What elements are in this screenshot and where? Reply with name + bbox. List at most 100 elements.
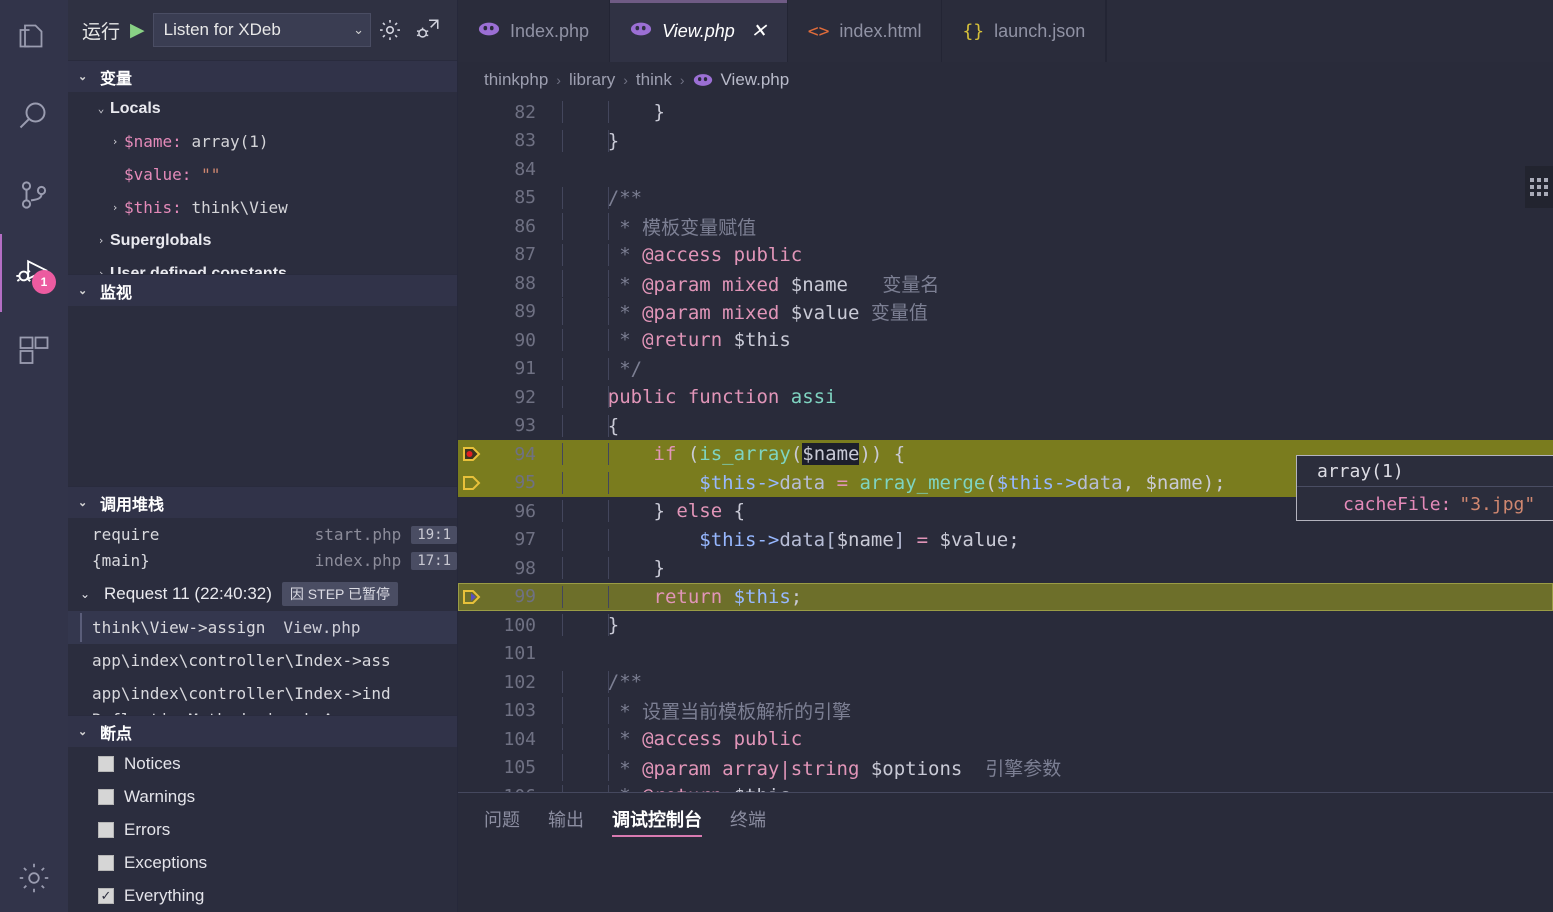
code-line[interactable]: 93 {: [458, 412, 1553, 441]
code-token: $value: [779, 302, 860, 325]
variable-name: $value:: [124, 165, 192, 184]
code-line[interactable]: 100 }: [458, 611, 1553, 640]
bottom-panel: 问题 输出 调试控制台 终端: [458, 792, 1553, 912]
breakpoint-and-step-arrow-icon[interactable]: [458, 444, 486, 464]
variable-row-value[interactable]: › $value: "": [68, 158, 457, 191]
activity-search-icon[interactable]: [0, 78, 68, 156]
code-line[interactable]: 98 }: [458, 554, 1553, 583]
variables-pane-title: 变量: [100, 70, 133, 88]
code-line[interactable]: 105 * @param array|string $options 引擎参数: [458, 754, 1553, 783]
variables-scope-superglobals[interactable]: › Superglobals: [68, 224, 457, 257]
callstack-row[interactable]: app\index\controller\Index->ind: [68, 677, 457, 710]
checkbox-icon[interactable]: ✓: [98, 788, 114, 805]
tab-index-html[interactable]: <> index.html: [788, 0, 943, 62]
variable-name: $this:: [124, 198, 182, 217]
variables-scope-locals[interactable]: ⌄ Locals: [68, 92, 457, 125]
code-line[interactable]: 104 * @access public: [458, 725, 1553, 754]
code-line[interactable]: 88 * @param mixed $name 变量名: [458, 269, 1553, 298]
breakpoint-item-everything[interactable]: ✓ Everything: [68, 879, 457, 912]
code-line[interactable]: 84: [458, 155, 1553, 184]
code-line[interactable]: 90 * @return $this: [458, 326, 1553, 355]
panel-tab-output[interactable]: 输出: [548, 793, 584, 845]
tab-launch-json[interactable]: {} launch.json: [942, 0, 1107, 62]
debug-session-row[interactable]: ⌄ Request 11 (22:40:32) 因 STEP 已暂停: [68, 577, 457, 611]
focused-stack-frame-arrow-icon[interactable]: [458, 587, 486, 607]
code-token: *: [562, 302, 643, 325]
code-lines[interactable]: 82 } 83 } 84 85 /** 86 * 模板变量赋值 87 * @access …: [458, 98, 1553, 792]
code-line[interactable]: 82 }: [458, 98, 1553, 127]
drag-handle-icon[interactable]: [1525, 166, 1553, 208]
line-number: 98: [514, 557, 536, 579]
code-line[interactable]: 86 * 模板变量赋值: [458, 212, 1553, 241]
code-line[interactable]: 101: [458, 640, 1553, 669]
debug-sidebar: 运行 ▶ Listen for XDeb ⌄ ⌄ 变量 ⌄ Locals › $…: [68, 0, 458, 912]
start-debugging-play-icon[interactable]: ▶: [130, 21, 145, 40]
breadcrumb-item-think[interactable]: think: [636, 70, 672, 90]
callstack-row[interactable]: ReflectionMethod->invokeArgs: [68, 710, 457, 715]
tab-close-icon[interactable]: ✕: [751, 20, 767, 43]
callstack-row[interactable]: app\index\controller\Index->ass: [68, 644, 457, 677]
panel-tab-debug-console[interactable]: 调试控制台: [612, 793, 702, 845]
variable-row-name[interactable]: › $name: array(1): [68, 125, 457, 158]
code-token: {: [722, 500, 746, 523]
chevron-right-icon: ›: [623, 72, 628, 88]
code-token: */: [562, 357, 643, 380]
breakpoint-item-errors[interactable]: ✓ Errors: [68, 813, 457, 846]
code-token: =: [825, 471, 860, 494]
code-line[interactable]: 89 * @param mixed $value 变量值: [458, 298, 1553, 327]
code-editor[interactable]: 82 } 83 } 84 85 /** 86 * 模板变量赋值 87 * @access …: [458, 98, 1553, 792]
code-line[interactable]: 87 * @access public: [458, 241, 1553, 270]
debug-session-name: Request 11 (22:40:32): [104, 584, 272, 603]
code-line[interactable]: 102 /**: [458, 668, 1553, 697]
code-line[interactable]: 92 public function assi: [458, 383, 1553, 412]
breakpoints-pane-header[interactable]: ⌄ 断点: [68, 715, 457, 747]
checkbox-checked-icon[interactable]: ✓: [98, 887, 114, 904]
activity-settings-gear-icon[interactable]: [0, 848, 68, 908]
line-number: 92: [514, 386, 536, 408]
activity-extensions-icon[interactable]: [0, 312, 68, 390]
checkbox-icon[interactable]: ✓: [98, 854, 114, 871]
activity-explorer-icon[interactable]: [0, 0, 68, 78]
breakpoint-item-notices[interactable]: ✓ Notices: [68, 747, 457, 780]
activity-run-debug-icon[interactable]: 1: [0, 234, 68, 312]
breadcrumb-item-file[interactable]: View.php: [721, 70, 790, 90]
activity-source-control-icon[interactable]: [0, 156, 68, 234]
tab-view-php[interactable]: View.php ✕: [610, 0, 788, 62]
code-token: *: [562, 758, 643, 781]
callstack-row[interactable]: {main} index.php 17:1: [68, 544, 457, 577]
step-arrow-icon[interactable]: [458, 473, 486, 493]
line-number: 104: [503, 728, 536, 750]
callstack-pane-header[interactable]: ⌄ 调用堆栈: [68, 486, 457, 518]
code-line[interactable]: 103 * 设置当前模板解析的引擎: [458, 697, 1553, 726]
code-line[interactable]: 83 }: [458, 127, 1553, 156]
variable-row-this[interactable]: › $this: think\View: [68, 191, 457, 224]
callstack-row[interactable]: require start.php 19:1: [68, 518, 457, 544]
debug-configuration-select[interactable]: Listen for XDeb ⌄: [152, 13, 371, 47]
code-token: $name: [1145, 471, 1203, 494]
variables-pane-header[interactable]: ⌄ 变量: [68, 60, 457, 92]
open-launch-json-gear-icon[interactable]: [371, 10, 409, 50]
code-line[interactable]: 91 */: [458, 355, 1553, 384]
panel-tab-problems[interactable]: 问题: [484, 793, 520, 845]
code-line-text: }: [552, 129, 1553, 152]
breadcrumb-item-library[interactable]: library: [569, 70, 615, 90]
indent-guide: [562, 357, 563, 380]
line-number: 84: [514, 158, 536, 180]
checkbox-icon[interactable]: ✓: [98, 755, 114, 772]
callstack-row-selected[interactable]: think\View->assign View.php: [68, 611, 457, 644]
code-line[interactable]: 99 return $this;: [458, 582, 1553, 611]
code-token: data: [779, 471, 826, 494]
variables-scope-user-constants[interactable]: › User defined constants: [68, 257, 457, 275]
indent-guide: [562, 298, 563, 326]
checkbox-icon[interactable]: ✓: [98, 821, 114, 838]
code-line[interactable]: 106 * @return $this: [458, 782, 1553, 792]
tab-index-php[interactable]: Index.php: [458, 0, 611, 62]
debug-console-icon[interactable]: [409, 10, 447, 50]
breadcrumb-item-thinkphp[interactable]: thinkphp: [484, 70, 548, 90]
panel-tab-terminal[interactable]: 终端: [730, 793, 766, 845]
code-line[interactable]: 97 $this->data[$name] = $value;: [458, 526, 1553, 555]
watch-pane-header[interactable]: ⌄ 监视: [68, 274, 457, 306]
breakpoint-item-warnings[interactable]: ✓ Warnings: [68, 780, 457, 813]
code-line[interactable]: 85 /**: [458, 184, 1553, 213]
breakpoint-item-exceptions[interactable]: ✓ Exceptions: [68, 846, 457, 879]
